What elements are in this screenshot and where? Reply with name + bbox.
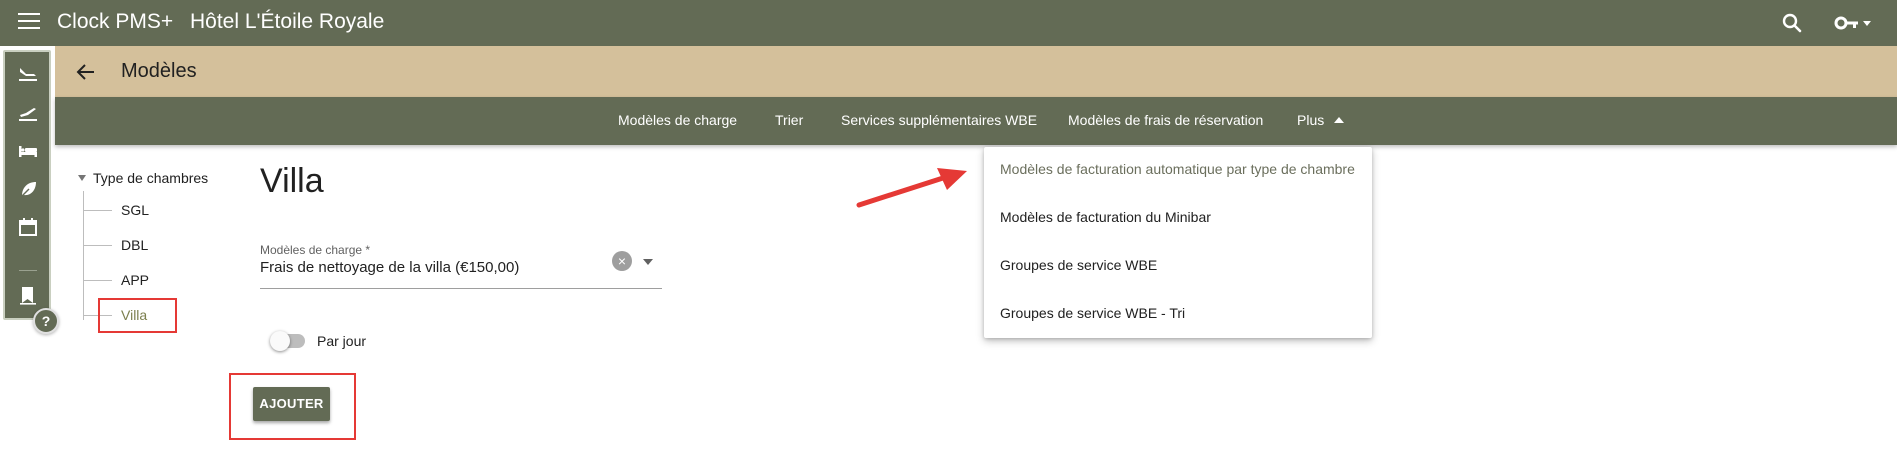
tab-plus[interactable]: Plus (1297, 112, 1345, 128)
app-name: Clock PMS+ (57, 10, 174, 33)
tree-item-sgl[interactable]: SGL (121, 202, 149, 218)
hotel-name[interactable]: Hôtel L'Étoile Royale (190, 10, 384, 34)
bookmark-icon[interactable] (17, 284, 39, 306)
arrivals-icon[interactable] (17, 62, 39, 84)
tree-connector (84, 245, 112, 246)
caret-up-icon (1334, 117, 1345, 123)
clear-icon[interactable]: × (612, 251, 632, 271)
tab-trier[interactable]: Trier (775, 112, 803, 128)
highlight-box-villa (98, 298, 177, 333)
calendar-icon[interactable] (17, 216, 39, 238)
tab-plus-label: Plus (1297, 112, 1325, 128)
menu-item-wbe-service-groups[interactable]: Groupes de service WBE (1000, 257, 1157, 273)
departures-icon[interactable] (17, 102, 39, 124)
help-button[interactable]: ? (33, 308, 59, 334)
tree-root-label: Type de chambres (93, 170, 209, 186)
tab-modeles-de-frais-de-reservation[interactable]: Modèles de frais de réservation (1068, 112, 1263, 128)
key-icon[interactable] (1834, 11, 1874, 35)
menu-item-auto-billing-room-type[interactable]: Modèles de facturation automatique par t… (1000, 161, 1355, 177)
charge-model-label: Modèles de charge * (260, 243, 371, 257)
per-day-toggle-knob[interactable] (270, 331, 290, 351)
bed-icon[interactable] (17, 140, 39, 162)
search-icon[interactable] (1780, 11, 1804, 35)
tree-connector (84, 280, 112, 281)
per-day-label: Par jour (317, 333, 367, 349)
tab-bar: Modèles de charge Trier Services supplém… (55, 97, 1897, 145)
tree-root-room-types[interactable]: Type de chambres (78, 170, 208, 186)
tree-caret-down-icon (78, 175, 86, 181)
page-header: Modèles (55, 46, 1897, 97)
menu-item-wbe-service-groups-sort[interactable]: Groupes de service WBE - Tri (1000, 305, 1185, 321)
charge-model-select[interactable]: Frais de nettoyage de la villa (€150,00) (260, 259, 519, 276)
back-arrow-icon[interactable] (75, 61, 97, 83)
tree-item-dbl[interactable]: DBL (121, 237, 148, 253)
chevron-down-icon[interactable] (643, 259, 653, 265)
side-rail (3, 50, 51, 320)
menu-item-minibar-billing[interactable]: Modèles de facturation du Minibar (1000, 209, 1211, 225)
rail-divider (19, 270, 37, 271)
menu-icon[interactable] (18, 13, 40, 31)
page-title: Modèles (121, 60, 197, 82)
top-app-bar: Clock PMS+ Hôtel L'Étoile Royale (0, 0, 1897, 46)
annotation-arrow-icon (856, 168, 967, 208)
tree-connector (84, 210, 112, 211)
charge-model-underline (260, 288, 662, 289)
tab-services-supplementaires-wbe[interactable]: Services supplémentaires WBE (841, 112, 1037, 128)
add-button[interactable]: AJOUTER (253, 387, 330, 421)
entity-title: Villa (260, 162, 324, 200)
tree-item-app[interactable]: APP (121, 272, 149, 288)
plus-dropdown-menu: Modèles de facturation automatique par t… (984, 147, 1372, 338)
leaf-icon[interactable] (17, 178, 39, 200)
tab-modeles-de-charge[interactable]: Modèles de charge (618, 112, 737, 128)
